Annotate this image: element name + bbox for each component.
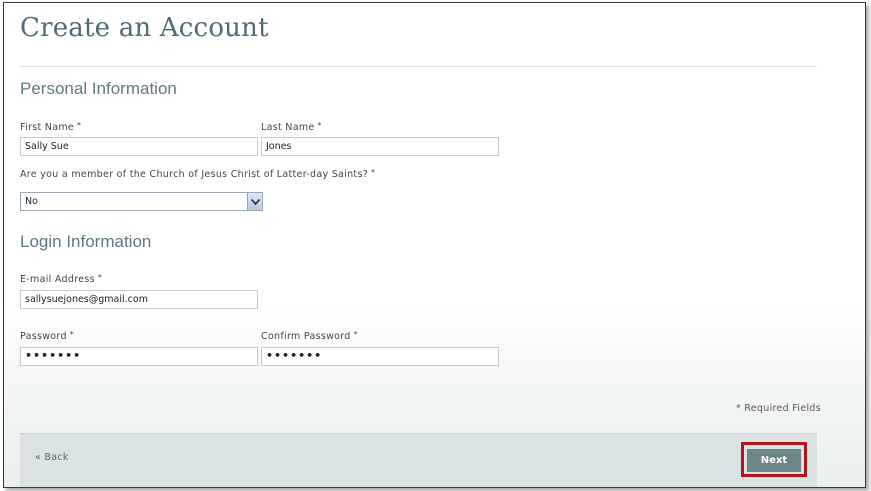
password-field[interactable]: ••••••• [20, 347, 258, 366]
form-footer: « Back Next [20, 433, 817, 487]
last-name-label-text: Last Name [261, 122, 315, 133]
first-name-label-text: First Name [20, 122, 75, 133]
personal-info-heading: Personal Information [20, 79, 177, 98]
last-name-label: Last Name * [261, 121, 322, 133]
email-label: E-mail Address * [20, 273, 103, 285]
first-name-field[interactable]: Sally Sue [20, 137, 258, 156]
title-divider [20, 66, 817, 67]
chevron-down-icon[interactable] [247, 193, 262, 210]
member-select-value: No [25, 196, 38, 207]
back-link[interactable]: « Back [35, 452, 69, 463]
confirm-password-label: Confirm Password * [261, 330, 358, 342]
page-title: Create an Account [20, 13, 269, 43]
last-name-field[interactable]: Jones [261, 137, 499, 156]
required-fields-note: * Required Fields [735, 403, 821, 414]
required-marker: * [97, 273, 103, 282]
create-account-panel: Create an Account Personal Information F… [3, 2, 866, 488]
login-info-heading: Login Information [20, 232, 152, 251]
member-question-text: Are you a member of the Church of Jesus … [20, 169, 369, 180]
next-button[interactable]: Next [747, 449, 801, 472]
required-marker: * [69, 330, 75, 339]
email-label-text: E-mail Address [20, 274, 95, 285]
required-marker: * [353, 330, 358, 339]
confirm-password-label-text: Confirm Password [261, 331, 351, 342]
required-marker: * [77, 121, 82, 130]
next-button-highlight: Next [741, 442, 807, 477]
email-field[interactable]: sallysuejones@gmail.com [20, 290, 258, 309]
first-name-label: First Name * [20, 121, 82, 133]
member-question-label: Are you a member of the Church of Jesus … [20, 168, 376, 180]
password-label: Password * [20, 330, 75, 342]
member-select[interactable]: No [20, 192, 263, 211]
required-marker: * [317, 121, 322, 130]
required-marker: * [371, 168, 376, 177]
confirm-password-field[interactable]: ••••••• [261, 347, 499, 366]
password-label-text: Password [20, 331, 67, 342]
